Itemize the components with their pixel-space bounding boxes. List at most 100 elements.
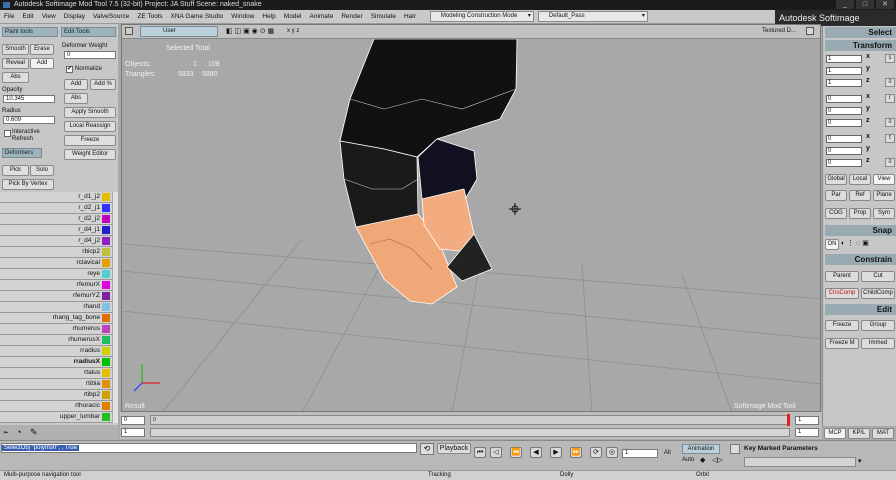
- translate-x-field[interactable]: 0: [826, 135, 862, 143]
- deformer-row[interactable]: rradiusX: [0, 357, 118, 368]
- rotate-y-field[interactable]: 0: [826, 107, 862, 115]
- timeline-end-field[interactable]: 1: [795, 416, 819, 425]
- loop-icon[interactable]: ⟳: [590, 447, 602, 458]
- auto-key-button[interactable]: Auto: [682, 456, 698, 466]
- parameter-field[interactable]: [744, 457, 856, 467]
- deformer-color-swatch[interactable]: [102, 259, 110, 267]
- deformer-color-swatch[interactable]: [102, 314, 110, 322]
- range-start-field[interactable]: 1: [121, 428, 145, 437]
- prev-key-icon[interactable]: ◁: [490, 447, 502, 458]
- menu-window[interactable]: Window: [231, 13, 254, 20]
- animation-button[interactable]: Animation: [682, 444, 720, 454]
- minimize-button[interactable]: _: [836, 0, 854, 9]
- deformer-row[interactable]: r_d2_j1: [0, 203, 118, 214]
- deformer-row[interactable]: rhand: [0, 302, 118, 313]
- deformer-color-swatch[interactable]: [102, 358, 110, 366]
- all-label[interactable]: All: [664, 450, 671, 456]
- deformer-row[interactable]: rthoracic: [0, 401, 118, 412]
- deformer-row[interactable]: rtibia: [0, 379, 118, 390]
- deformer-color-swatch[interactable]: [102, 193, 110, 201]
- local-reassign-button[interactable]: Local Reassign: [64, 121, 116, 132]
- translate-y-field[interactable]: 0: [826, 147, 862, 155]
- menu-help[interactable]: Help: [262, 13, 275, 20]
- scale-lock-icon[interactable]: ≡: [885, 78, 895, 87]
- scale-y-field[interactable]: 1: [826, 67, 862, 75]
- play-backward-icon[interactable]: ◀: [530, 447, 542, 458]
- list-scrollbar-segment[interactable]: [112, 368, 118, 379]
- range-end-field[interactable]: 1: [795, 428, 819, 437]
- deformer-row[interactable]: r_d4_j1: [0, 225, 118, 236]
- immed-button[interactable]: Immed: [861, 338, 895, 349]
- prev-frame-icon[interactable]: ⏪: [510, 447, 522, 458]
- ref-button[interactable]: Ref: [849, 190, 871, 201]
- first-frame-icon[interactable]: ⏮: [474, 447, 486, 458]
- scale-z-field[interactable]: 1: [826, 79, 862, 87]
- deformer-color-swatch[interactable]: [102, 391, 110, 399]
- cut-button[interactable]: Cut: [861, 271, 895, 282]
- menu-hair[interactable]: Hair: [404, 13, 416, 20]
- timeline-start-field[interactable]: 0: [121, 416, 145, 425]
- deformer-color-swatch[interactable]: [102, 380, 110, 388]
- constrain-header[interactable]: Constrain: [825, 254, 896, 265]
- prop-button[interactable]: Prop: [849, 208, 871, 219]
- rotate-icon[interactable]: r: [885, 94, 895, 103]
- menu-xna-game-studio[interactable]: XNA Game Studio: [171, 13, 224, 20]
- rotate-x-field[interactable]: 0: [826, 95, 862, 103]
- radius-field[interactable]: 0.609: [3, 116, 55, 124]
- list-scrollbar-segment[interactable]: [112, 379, 118, 390]
- menu-simulate[interactable]: Simulate: [371, 13, 396, 20]
- weight-editor-button[interactable]: Weight Editor: [64, 149, 116, 160]
- next-frame-icon[interactable]: ⏩: [570, 447, 582, 458]
- transform-header[interactable]: Transform: [825, 40, 896, 51]
- axis-toggle-label[interactable]: x y z: [287, 28, 299, 34]
- maximize-button[interactable]: □: [856, 0, 874, 9]
- deformer-color-swatch[interactable]: [102, 270, 110, 278]
- apply-smooth-button[interactable]: Apply Smooth: [64, 107, 116, 118]
- list-scrollbar-segment[interactable]: [112, 291, 118, 302]
- play-forward-icon[interactable]: ▶: [550, 447, 562, 458]
- deformer-row[interactable]: r_d1_j2: [0, 192, 118, 203]
- deformer-row[interactable]: r_d2_j2: [0, 214, 118, 225]
- deformer-row[interactable]: rbicp2: [0, 247, 118, 258]
- translate-z-field[interactable]: 0: [826, 159, 862, 167]
- add-weight-button[interactable]: Add: [64, 79, 88, 90]
- deformer-row[interactable]: reye: [0, 269, 118, 280]
- deformer-list[interactable]: r_d1_j2 r_d2_j1 r_d2_j2 r_d4_j1 r_d4_j2 rbicp…: [0, 192, 118, 425]
- select-header[interactable]: Select: [825, 27, 896, 38]
- viewport[interactable]: User ◧ ◫ ▣ ◉ ⊙ ▦ x y z Textured D... Sel…: [121, 24, 821, 412]
- interactive-refresh-checkbox[interactable]: [4, 130, 11, 137]
- list-scrollbar-segment[interactable]: [112, 258, 118, 269]
- deformer-color-swatch[interactable]: [102, 347, 110, 355]
- deformers-header[interactable]: Deformers: [2, 148, 42, 158]
- list-scrollbar-segment[interactable]: [112, 214, 118, 225]
- mode-selector[interactable]: Modeling Construction Mode: [429, 11, 534, 22]
- global-button[interactable]: Global: [825, 174, 847, 185]
- shading-mode-label[interactable]: Textured D...: [762, 28, 796, 34]
- deformer-row[interactable]: rclavical: [0, 258, 118, 269]
- deformer-color-swatch[interactable]: [102, 215, 110, 223]
- opacity-field[interactable]: 10.345: [3, 95, 55, 103]
- add-button[interactable]: Add: [30, 58, 54, 69]
- list-scrollbar-segment[interactable]: [112, 280, 118, 291]
- timeline-ruler[interactable]: 0: [150, 414, 790, 426]
- deformer-color-swatch[interactable]: [102, 292, 110, 300]
- current-frame-field[interactable]: 1: [622, 449, 658, 458]
- mcp-tab[interactable]: MCP: [824, 428, 846, 439]
- translate-lock-icon[interactable]: ≡: [885, 158, 895, 167]
- list-scrollbar-segment[interactable]: [112, 357, 118, 368]
- camera-selector[interactable]: User: [140, 26, 218, 37]
- list-scrollbar-segment[interactable]: [112, 203, 118, 214]
- deformer-color-swatch[interactable]: [102, 248, 110, 256]
- deformer-row[interactable]: rtalus: [0, 368, 118, 379]
- smooth-button[interactable]: Smooth: [2, 44, 29, 55]
- viewport-canvas[interactable]: [122, 39, 821, 412]
- deformer-row[interactable]: rhumerusX: [0, 335, 118, 346]
- menu-edit[interactable]: Edit: [22, 13, 33, 20]
- deformer-row[interactable]: upper_lumbar: [0, 412, 118, 423]
- paint-tools-tab[interactable]: Paint tools: [2, 27, 58, 37]
- childcomp-button[interactable]: ChildComp: [861, 288, 895, 299]
- freeze-m-button[interactable]: Freeze M: [825, 338, 859, 349]
- menu-file[interactable]: File: [4, 13, 14, 20]
- freeze-object-button[interactable]: Freeze: [825, 320, 859, 331]
- deformer-row[interactable]: rtibp2: [0, 390, 118, 401]
